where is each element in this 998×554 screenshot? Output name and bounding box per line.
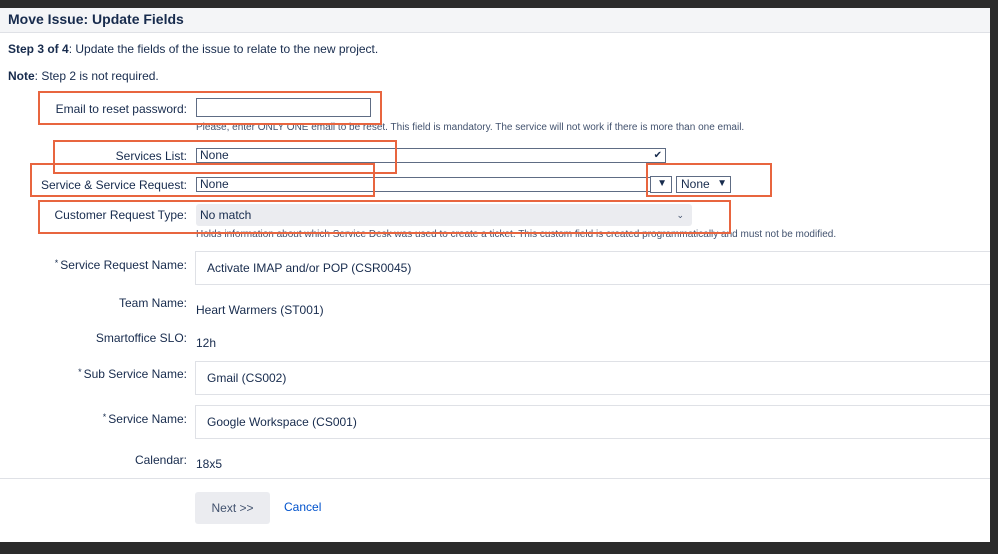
services-list-label: Services List: [115, 149, 187, 163]
service-request-name-value: Activate IMAP and/or POP (CSR0045) [207, 261, 412, 275]
note-line: Note: Step 2 is not required. [8, 69, 159, 83]
next-button[interactable]: Next >> [195, 492, 270, 524]
step-indicator: Step 3 of 4: Update the fields of the is… [8, 42, 378, 56]
team-name-label: Team Name: [118, 296, 187, 310]
chevron-down-icon: ⌄ [676, 210, 684, 220]
calendar-value: 18x5 [196, 457, 223, 471]
email-reset-description: Please, enter ONLY ONE email to be reset… [196, 122, 745, 133]
required-marker: * [54, 258, 59, 268]
service-name-label: * Service Name: [102, 412, 187, 426]
dialog-title: Move Issue: Update Fields [8, 11, 184, 27]
step-label: Step 3 of 4 [8, 42, 69, 56]
dialog-header: Move Issue: Update Fields [0, 8, 990, 33]
chevron-down-icon: ▼ [717, 178, 727, 189]
service-request-secondary-select[interactable]: None ▼ [676, 176, 731, 193]
service-request-label: Service & Service Request: [40, 178, 187, 192]
service-request-select[interactable]: None [196, 177, 650, 192]
service-name-input[interactable]: Google Workspace (CS001) [195, 405, 990, 439]
footer-divider [0, 478, 990, 479]
customer-request-type-label: Customer Request Type: [54, 208, 187, 222]
service-name-value: Google Workspace (CS001) [207, 415, 357, 429]
email-reset-label: Email to reset password: [55, 102, 187, 116]
step-text: : Update the fields of the issue to rela… [68, 42, 379, 56]
customer-request-type-description: Holds information about which Service De… [196, 229, 837, 240]
chevron-down-icon: ✔ [653, 150, 662, 161]
email-reset-input[interactable] [196, 98, 371, 117]
cancel-link[interactable]: Cancel [284, 500, 321, 514]
services-list-select[interactable]: None ✔ [196, 148, 666, 163]
service-request-dropdown-toggle[interactable]: ▼ [650, 176, 672, 193]
note-text: : Step 2 is not required. [34, 69, 159, 83]
team-name-value: Heart Warmers (ST001) [196, 303, 324, 317]
move-issue-dialog: Move Issue: Update Fields Step 3 of 4: U… [0, 8, 990, 542]
customer-request-type-select[interactable]: No match ⌄ [196, 204, 692, 226]
service-request-name-label: * Service Request Name: [54, 258, 187, 272]
services-list-value: None [200, 148, 229, 162]
calendar-label: Calendar: [134, 453, 187, 467]
required-marker: * [102, 412, 107, 422]
required-marker: * [78, 367, 82, 377]
service-request-value: None [200, 177, 229, 191]
sub-service-name-value: Gmail (CS002) [207, 371, 287, 385]
note-label: Note [8, 69, 35, 83]
service-request-name-input[interactable]: Activate IMAP and/or POP (CSR0045) [195, 251, 990, 285]
service-request-secondary-value: None [681, 177, 710, 191]
smartoffice-slo-label: Smartoffice SLO: [95, 331, 187, 345]
smartoffice-slo-value: 12h [196, 336, 217, 350]
customer-request-type-value: No match [200, 208, 252, 222]
chevron-down-icon: ▼ [657, 178, 667, 189]
sub-service-name-label: * Sub Service Name: [78, 367, 187, 381]
sub-service-name-input[interactable]: Gmail (CS002) [195, 361, 990, 395]
